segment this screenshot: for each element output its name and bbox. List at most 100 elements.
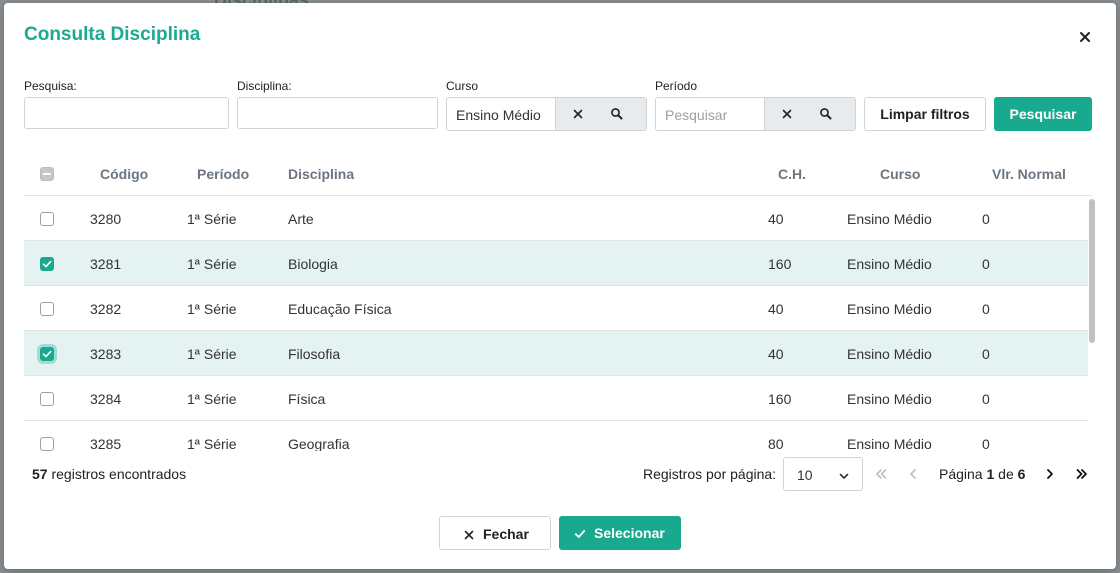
- table-row[interactable]: 3284 1ª Série Física 160 Ensino Médio 0: [24, 376, 1088, 421]
- cell-curso: Ensino Médio: [847, 391, 932, 407]
- cell-codigo: 3282: [90, 301, 122, 317]
- pesquisa-input[interactable]: [24, 97, 229, 129]
- cell-vlr-normal: 0: [982, 301, 990, 317]
- cell-codigo: 3283: [90, 346, 122, 362]
- cell-ch: 40: [768, 346, 784, 362]
- close-button-label: Fechar: [483, 526, 529, 542]
- chevron-down-icon: [838, 469, 850, 487]
- cell-periodo: 1ª Série: [187, 436, 237, 451]
- column-header-vlr-normal[interactable]: Vlr. Normal: [992, 166, 1066, 182]
- column-header-codigo[interactable]: Código: [100, 166, 148, 182]
- curso-combo: Ensino Médio: [446, 97, 647, 131]
- pesquisa-label: Pesquisa:: [24, 79, 77, 93]
- cell-vlr-normal: 0: [982, 211, 990, 227]
- check-icon: [574, 527, 586, 543]
- cell-periodo: 1ª Série: [187, 211, 237, 227]
- disciplina-label: Disciplina:: [237, 79, 292, 93]
- select-button[interactable]: Selecionar: [559, 516, 681, 550]
- cell-codigo: 3284: [90, 391, 122, 407]
- previous-page-icon[interactable]: [905, 466, 921, 482]
- cell-vlr-normal: 0: [982, 436, 990, 451]
- cell-ch: 40: [768, 301, 784, 317]
- cell-curso: Ensino Médio: [847, 346, 932, 362]
- row-checkbox[interactable]: [40, 257, 54, 271]
- column-header-periodo[interactable]: Período: [197, 166, 249, 182]
- curso-label: Curso: [446, 79, 479, 93]
- table-row[interactable]: 3281 1ª Série Biologia 160 Ensino Médio …: [24, 241, 1088, 286]
- select-button-label: Selecionar: [594, 525, 665, 541]
- periodo-label: Período: [655, 79, 698, 93]
- cell-disciplina: Filosofia: [288, 346, 341, 362]
- column-header-ch[interactable]: C.H.: [778, 166, 806, 182]
- periodo-search-icon[interactable]: [818, 106, 834, 122]
- cell-codigo: 3285: [90, 436, 122, 451]
- table-row[interactable]: 3283 1ª Série Filosofia 40 Ensino Médio …: [24, 331, 1088, 376]
- cell-periodo: 1ª Série: [187, 391, 237, 407]
- table-row[interactable]: 3280 1ª Série Arte 40 Ensino Médio 0: [24, 196, 1088, 241]
- cell-disciplina: Biologia: [288, 256, 338, 272]
- table-row[interactable]: 3282 1ª Série Educação Física 40 Ensino …: [24, 286, 1088, 331]
- cell-ch: 160: [768, 256, 792, 272]
- table-scrollbar-thumb[interactable]: [1089, 199, 1095, 343]
- close-button[interactable]: Fechar: [439, 516, 551, 550]
- cell-disciplina: Educação Física: [288, 301, 392, 317]
- records-count-number: 57: [32, 466, 48, 482]
- cell-disciplina: Física: [288, 391, 326, 407]
- last-page-icon[interactable]: [1074, 466, 1090, 482]
- per-page-value: 10: [797, 467, 813, 483]
- periodo-combo: Pesquisar: [655, 97, 856, 131]
- table-row[interactable]: 3285 1ª Série Geografia 80 Ensino Médio …: [24, 421, 1088, 451]
- cell-periodo: 1ª Série: [187, 256, 237, 272]
- cell-curso: Ensino Médio: [847, 256, 932, 272]
- page-indicator: Página 1 de 6: [939, 466, 1025, 482]
- cell-codigo: 3280: [90, 211, 122, 227]
- periodo-input[interactable]: Pesquisar: [665, 107, 727, 123]
- close-x-icon: [463, 528, 475, 544]
- cell-vlr-normal: 0: [982, 391, 990, 407]
- periodo-clear-icon[interactable]: [779, 106, 795, 122]
- periodo-combo-buttons: [764, 98, 855, 130]
- cell-ch: 160: [768, 391, 792, 407]
- first-page-icon[interactable]: [873, 466, 889, 482]
- cell-ch: 80: [768, 436, 784, 451]
- column-header-disciplina[interactable]: Disciplina: [288, 166, 354, 182]
- select-all-checkbox[interactable]: [40, 167, 54, 181]
- page-prefix: Página: [939, 466, 987, 482]
- curso-combo-buttons: [555, 98, 646, 130]
- cell-periodo: 1ª Série: [187, 346, 237, 362]
- per-page-select[interactable]: 10: [783, 457, 863, 491]
- dialog-title: Consulta Disciplina: [24, 24, 201, 45]
- cell-ch: 40: [768, 211, 784, 227]
- column-header-curso[interactable]: Curso: [880, 166, 920, 182]
- page-of: de: [994, 466, 1018, 482]
- table-header: Código Período Disciplina C.H. Curso Vlr…: [24, 153, 1092, 196]
- cell-vlr-normal: 0: [982, 346, 990, 362]
- curso-search-icon[interactable]: [609, 106, 625, 122]
- cell-vlr-normal: 0: [982, 256, 990, 272]
- cell-disciplina: Arte: [288, 211, 314, 227]
- row-checkbox[interactable]: [40, 392, 54, 406]
- records-count-text: registros encontrados: [47, 466, 187, 482]
- cell-curso: Ensino Médio: [847, 436, 932, 451]
- search-button[interactable]: Pesquisar: [994, 97, 1092, 131]
- close-icon[interactable]: [1075, 27, 1095, 47]
- cell-curso: Ensino Médio: [847, 301, 932, 317]
- row-checkbox[interactable]: [40, 347, 54, 361]
- cell-disciplina: Geografia: [288, 436, 350, 451]
- records-count: 57 registros encontrados: [32, 466, 186, 482]
- table-body: 3280 1ª Série Arte 40 Ensino Médio 0 328…: [24, 196, 1088, 451]
- consulta-disciplina-dialog: Consulta Disciplina Pesquisa: Disciplina…: [4, 3, 1116, 569]
- page-total: 6: [1017, 466, 1026, 482]
- row-checkbox[interactable]: [40, 212, 54, 226]
- next-page-icon[interactable]: [1042, 466, 1058, 482]
- clear-filters-button[interactable]: Limpar filtros: [864, 97, 986, 131]
- cell-curso: Ensino Médio: [847, 211, 932, 227]
- per-page-label: Registros por página:: [643, 466, 777, 482]
- cell-periodo: 1ª Série: [187, 301, 237, 317]
- cell-codigo: 3281: [90, 256, 122, 272]
- curso-input[interactable]: Ensino Médio: [456, 107, 541, 123]
- row-checkbox[interactable]: [40, 302, 54, 316]
- row-checkbox[interactable]: [40, 437, 54, 451]
- disciplina-input[interactable]: [237, 97, 438, 129]
- curso-clear-icon[interactable]: [570, 106, 586, 122]
